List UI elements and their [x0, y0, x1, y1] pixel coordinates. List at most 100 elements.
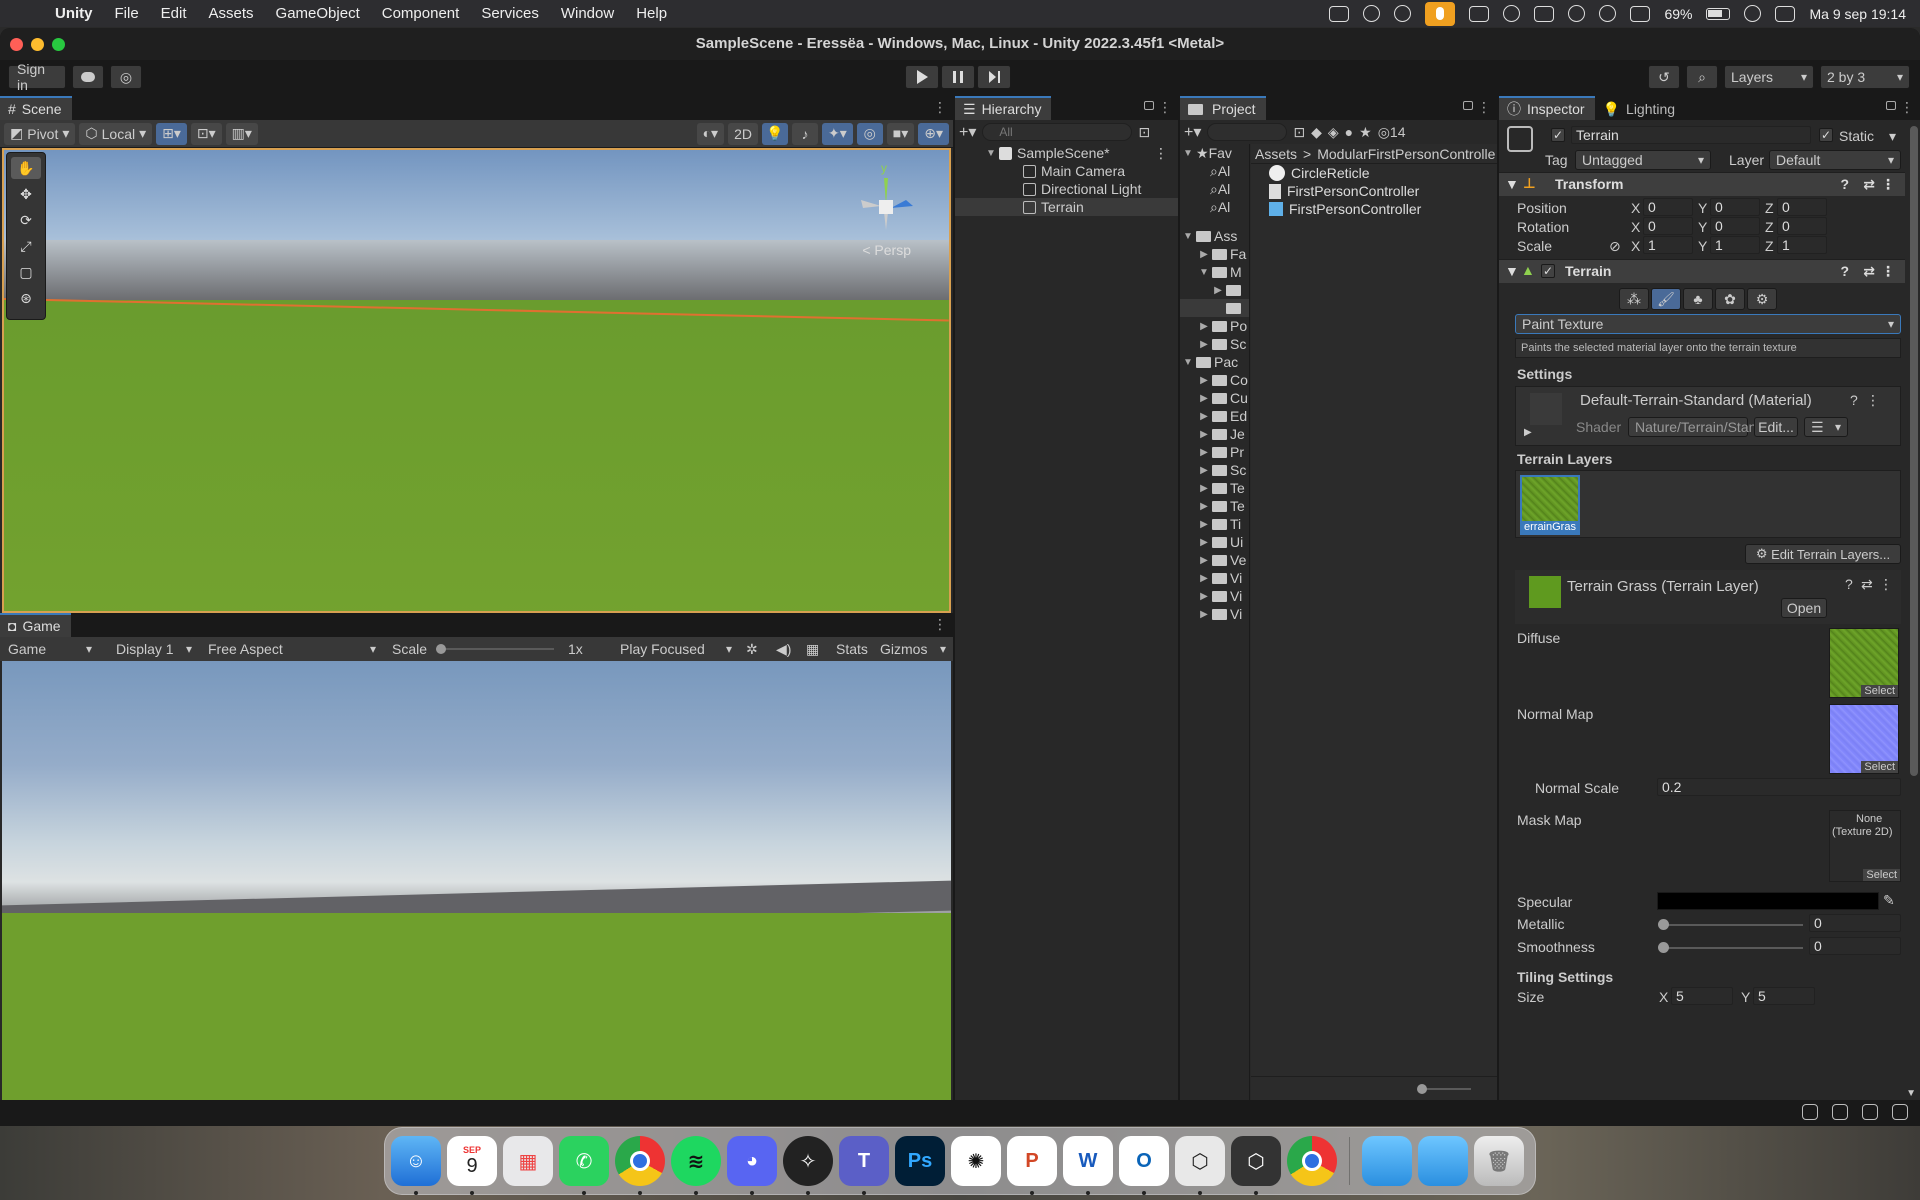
size-x-field[interactable]: 5	[1671, 987, 1733, 1005]
expand-arrow-icon[interactable]: ▼	[1505, 176, 1519, 192]
breadcrumb-assets[interactable]: Assets	[1255, 146, 1297, 162]
play-button[interactable]	[905, 65, 939, 89]
assets-root[interactable]: ▼ Ass	[1180, 227, 1249, 245]
menu-services[interactable]: Services	[470, 5, 550, 22]
expand-arrow-icon[interactable]: ▶	[1524, 427, 1532, 438]
camera-dropdown[interactable]: ■▾	[886, 122, 915, 145]
gizmo-center[interactable]	[879, 200, 893, 214]
hierarchy-item[interactable]: Directional Light	[955, 180, 1178, 198]
asset-item[interactable]: CircleReticle	[1251, 164, 1497, 182]
kebab-menu-icon[interactable]: ⋮	[933, 99, 947, 116]
spotify-icon[interactable]: ≋	[671, 1136, 721, 1195]
favorite-item[interactable]: ⌕ Al	[1180, 162, 1249, 180]
size-y-field[interactable]: 5	[1753, 987, 1815, 1005]
help-icon[interactable]: ?	[1845, 576, 1853, 592]
expand-arrow-icon[interactable]: ▶	[1196, 465, 1212, 476]
kebab-menu-icon[interactable]: ⋮	[933, 616, 947, 633]
position-field[interactable]: 0	[1710, 198, 1760, 216]
icon-size-knob[interactable]	[1417, 1084, 1427, 1094]
smoothness-slider-knob[interactable]	[1658, 942, 1669, 953]
expand-arrow-icon[interactable]: ▶	[1196, 591, 1212, 602]
specular-color-field[interactable]	[1657, 892, 1879, 910]
asset-folder[interactable]: ▶ Sc	[1180, 335, 1249, 353]
material-options-dropdown[interactable]: ☰	[1804, 417, 1848, 437]
normal-select-button[interactable]: Select	[1861, 761, 1898, 773]
layers-dropdown[interactable]: Layers	[1724, 65, 1814, 89]
add-icon[interactable]: +▾	[1184, 122, 1201, 142]
presets-icon[interactable]: ⇄	[1863, 176, 1875, 193]
package-folder[interactable]: ▶ Sc	[1180, 461, 1249, 479]
eyedropper-icon[interactable]: ✎	[1883, 892, 1895, 909]
game-view[interactable]	[2, 661, 951, 1100]
favorite-item[interactable]: ⌕ Al	[1180, 180, 1249, 198]
search-icon[interactable]	[1599, 5, 1617, 22]
normal-map-texture-slot[interactable]: Select	[1829, 704, 1899, 774]
shader-dropdown[interactable]: Nature/Terrain/Stan	[1628, 417, 1756, 437]
diffuse-select-button[interactable]: Select	[1861, 685, 1898, 697]
expand-arrow-icon[interactable]: ▶	[1196, 393, 1212, 404]
asset-folder[interactable]: ▶	[1180, 281, 1249, 299]
keyboard-icon[interactable]: ▦	[806, 639, 819, 659]
expand-arrow-icon[interactable]: ▼	[983, 148, 999, 159]
launchpad-icon[interactable]: ▦	[503, 1136, 553, 1186]
hierarchy-item[interactable]: Main Camera	[955, 162, 1178, 180]
sign-in-button[interactable]: Sign in	[8, 61, 66, 93]
scale-slider[interactable]	[436, 639, 556, 659]
gamepad-icon[interactable]	[1469, 5, 1490, 22]
package-folder[interactable]: ▶ Vi	[1180, 605, 1249, 623]
expand-arrow-icon[interactable]: ▶	[1196, 573, 1212, 584]
package-folder[interactable]: ▶ Vi	[1180, 569, 1249, 587]
folder-icon[interactable]	[1418, 1136, 1468, 1186]
rotation-field[interactable]: 0	[1777, 217, 1827, 235]
scale-field[interactable]: 1	[1710, 236, 1760, 254]
packages-root[interactable]: ▼ Pac	[1180, 353, 1249, 371]
help-icon[interactable]: ?	[1840, 263, 1849, 279]
menu-app-name[interactable]: Unity	[44, 5, 104, 22]
hierarchy-search-input[interactable]: All	[982, 123, 1133, 141]
create-neighbor-icon[interactable]: ⁂	[1619, 288, 1649, 310]
bug-icon[interactable]	[1394, 5, 1412, 22]
collab-icon[interactable]: ◎	[110, 65, 142, 89]
outlook-icon[interactable]: O	[1119, 1136, 1169, 1195]
expand-arrow-icon[interactable]: ▶	[1196, 555, 1212, 566]
metallic-slider[interactable]	[1663, 924, 1803, 926]
scene-root[interactable]: ▼ SampleScene* ⋮	[955, 144, 1178, 162]
ruler-button[interactable]: ▥▾	[225, 122, 258, 145]
package-folder[interactable]: ▶ Pr	[1180, 443, 1249, 461]
search-by-label-icon[interactable]: ◆	[1311, 124, 1322, 141]
chrome-canary-icon[interactable]	[1287, 1136, 1337, 1186]
trash-icon[interactable]: 🗑	[1474, 1136, 1524, 1186]
kebab-menu-icon[interactable]: ⋮	[1879, 576, 1893, 593]
layer-dropdown[interactable]: Default	[1769, 150, 1901, 170]
breadcrumb-folder[interactable]: ModularFirstPersonControlle	[1317, 146, 1495, 162]
tag-dropdown[interactable]: Untagged	[1575, 150, 1711, 170]
scene-viewport[interactable]: y < Persp ✋ ✥ ⟳ ⤢ ▢ ⊛	[2, 148, 951, 613]
kebab-menu-icon[interactable]: ⋮	[1881, 176, 1895, 193]
position-field[interactable]: 0	[1777, 198, 1827, 216]
smoothness-field[interactable]: 0	[1809, 937, 1901, 955]
teams-icon[interactable]: T	[839, 1136, 889, 1195]
object-name-field[interactable]: Terrain	[1571, 126, 1811, 144]
gizmos-dropdown[interactable]: Gizmos	[874, 639, 952, 659]
local-dropdown[interactable]: ⬡ Local ▾	[79, 122, 153, 145]
snap-increment-button[interactable]: ⊡▾	[190, 122, 222, 145]
lock-icon[interactable]	[1886, 101, 1896, 110]
paint-details-icon[interactable]: ✿	[1715, 288, 1745, 310]
favorite-item[interactable]: ⌕ Al	[1180, 198, 1249, 216]
package-folder[interactable]: ▶ Ti	[1180, 515, 1249, 533]
menu-file[interactable]: File	[104, 5, 150, 22]
asset-folder[interactable]: ▶ Fa	[1180, 245, 1249, 263]
constrain-proportions-icon[interactable]: ⊘	[1609, 238, 1621, 255]
menu-window[interactable]: Window	[550, 5, 625, 22]
kebab-menu-icon[interactable]: ⋮	[1900, 99, 1914, 116]
folder-icon[interactable]	[1362, 1136, 1412, 1186]
expand-arrow-icon[interactable]: ▶	[1196, 447, 1212, 458]
kebab-menu-icon[interactable]: ⋮	[1477, 99, 1491, 116]
mask-map-texture-slot[interactable]: None (Texture 2D) Select	[1829, 810, 1901, 882]
search-icon[interactable]: ⌕	[1686, 65, 1718, 89]
aspect-dropdown[interactable]: Free Aspect	[202, 639, 382, 659]
audio-toggle-icon[interactable]: ♪	[791, 122, 818, 145]
stats-button[interactable]: Stats	[836, 639, 868, 659]
star-icon[interactable]: ★	[1359, 124, 1372, 141]
asset-folder[interactable]: ▶ Po	[1180, 317, 1249, 335]
